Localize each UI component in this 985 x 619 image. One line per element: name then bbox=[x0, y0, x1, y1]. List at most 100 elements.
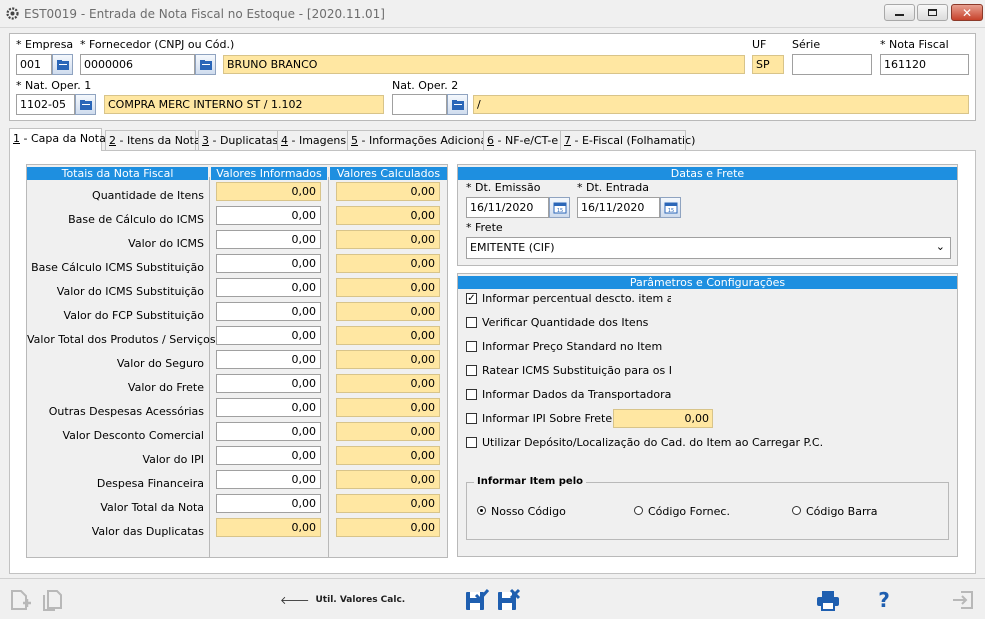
tab-itens-da-nota[interactable]: 2 - Itens da Nota bbox=[105, 130, 201, 150]
param-checkbox-label[interactable]: Informar Dados da Transportadora bbox=[482, 388, 671, 401]
emissao-input[interactable]: 16/11/2020 bbox=[466, 197, 549, 218]
tab-informacoes-adicionais[interactable]: 5 - Informações Adicionais bbox=[347, 130, 496, 150]
arrow-left-icon: 🡐 bbox=[280, 594, 310, 607]
frete-label: * Frete bbox=[466, 221, 503, 234]
calculated-value-field: 0,00 bbox=[336, 230, 440, 249]
calculated-value-field: 0,00 bbox=[336, 470, 440, 489]
nota-fiscal-input[interactable]: 161120 bbox=[880, 54, 969, 75]
tab-capa-da-nota[interactable]: 1 - Capa da Nota bbox=[9, 128, 106, 151]
total-row-label: Base Cálculo ICMS Substituição bbox=[31, 261, 204, 274]
emissao-label: * Dt. Emissão bbox=[466, 181, 541, 194]
informed-value-field[interactable]: 0,00 bbox=[216, 230, 321, 249]
calculated-value-field: 0,00 bbox=[336, 374, 440, 393]
empresa-lookup-button[interactable] bbox=[52, 54, 73, 75]
informed-value-field[interactable]: 0,00 bbox=[216, 206, 321, 225]
item-radio[interactable] bbox=[477, 506, 486, 515]
informed-value-field[interactable]: 0,00 bbox=[216, 326, 321, 345]
printer-icon bbox=[817, 591, 839, 611]
serie-input[interactable] bbox=[792, 54, 872, 75]
entrada-calendar-button[interactable]: 15 bbox=[660, 197, 681, 218]
help-button[interactable]: ? bbox=[872, 588, 896, 612]
item-radio-label[interactable]: Nosso Código bbox=[491, 505, 566, 518]
natop2-label: Nat. Oper. 2 bbox=[392, 79, 459, 92]
natop1-code-input[interactable]: 1102-05 bbox=[16, 94, 75, 115]
calculated-value-field: 0,00 bbox=[336, 494, 440, 513]
calendar-icon: 15 bbox=[553, 202, 566, 214]
param-checkbox[interactable] bbox=[466, 341, 477, 352]
total-row-label: Outras Despesas Acessórias bbox=[48, 405, 204, 418]
entrada-label: * Dt. Entrada bbox=[577, 181, 649, 194]
param-checkbox-label[interactable]: Verificar Quantidade dos Itens bbox=[482, 316, 671, 329]
informed-value-field[interactable]: 0,00 bbox=[216, 494, 321, 513]
help-icon: ? bbox=[878, 588, 890, 612]
informed-value-field[interactable]: 0,00 bbox=[216, 374, 321, 393]
emissao-calendar-button[interactable]: 15 bbox=[549, 197, 570, 218]
informed-value-field[interactable]: 0,00 bbox=[216, 422, 321, 441]
total-row-label: Valor do ICMS Substituição bbox=[56, 285, 204, 298]
exit-button[interactable] bbox=[950, 588, 976, 612]
fornecedor-lookup-button[interactable] bbox=[195, 54, 216, 75]
param-checkbox[interactable]: ✓ bbox=[466, 293, 477, 304]
calculated-header: Valores Calculados bbox=[330, 167, 447, 180]
copy-button[interactable] bbox=[40, 588, 64, 612]
informed-value-field: 0,00 bbox=[216, 182, 321, 201]
print-button[interactable] bbox=[814, 588, 842, 612]
param-checkbox[interactable] bbox=[466, 389, 477, 400]
new-button[interactable] bbox=[8, 588, 34, 612]
natop1-desc-field: COMPRA MERC INTERNO ST / 1.102 bbox=[104, 95, 384, 114]
param-checkbox-label[interactable]: Informar Preço Standard no Item bbox=[482, 340, 671, 353]
tab-e-fiscal[interactable]: 7 - E-Fiscal (Folhamatic) bbox=[560, 130, 695, 150]
frete-select[interactable]: EMITENTE (CIF) ⌄ bbox=[466, 237, 951, 259]
folder-icon bbox=[199, 59, 212, 70]
param-checkbox[interactable] bbox=[466, 317, 477, 328]
total-row-label: Quantidade de Itens bbox=[92, 189, 204, 202]
close-button[interactable]: ✕ bbox=[951, 4, 983, 21]
calculated-value-field: 0,00 bbox=[336, 422, 440, 441]
tab-imagens[interactable]: 4 - Imagens bbox=[277, 130, 348, 150]
ipi-frete-field[interactable]: 0,00 bbox=[613, 409, 713, 428]
informed-header: Valores Informados bbox=[211, 167, 327, 180]
informed-value-field[interactable]: 0,00 bbox=[216, 446, 321, 465]
item-radio-label[interactable]: Código Fornec. bbox=[648, 505, 730, 518]
total-row-label: Valor do IPI bbox=[142, 453, 204, 466]
calculated-value-field: 0,00 bbox=[336, 350, 440, 369]
item-radio[interactable] bbox=[792, 506, 801, 515]
informed-value-field[interactable]: 0,00 bbox=[216, 254, 321, 273]
param-checkbox-label[interactable]: Informar percentual descto. item a item bbox=[482, 292, 671, 305]
fornecedor-name-field: BRUNO BRANCO bbox=[223, 55, 745, 74]
exit-icon bbox=[953, 591, 973, 609]
item-radio[interactable] bbox=[634, 506, 643, 515]
natop1-lookup-button[interactable] bbox=[75, 94, 96, 115]
natop2-lookup-button[interactable] bbox=[447, 94, 468, 115]
empresa-label: * Empresa bbox=[16, 38, 74, 51]
fornecedor-code-input[interactable]: 0000006 bbox=[80, 54, 195, 75]
informed-value-field[interactable]: 0,00 bbox=[216, 398, 321, 417]
app-gear-icon[interactable] bbox=[6, 7, 19, 20]
tab-nfe-cte[interactable]: 6 - NF-e/CT-e bbox=[483, 130, 561, 150]
util-valores-calc-button[interactable]: 🡐 Util. Valores Calc. bbox=[280, 593, 405, 607]
total-row-label: Valor do Seguro bbox=[116, 357, 204, 370]
calculated-value-field: 0,00 bbox=[336, 326, 440, 345]
item-radio-label[interactable]: Código Barra bbox=[806, 505, 878, 518]
natop2-code-input[interactable] bbox=[392, 94, 447, 115]
param-checkbox[interactable] bbox=[466, 365, 477, 376]
param-checkbox[interactable] bbox=[466, 437, 477, 448]
param-checkbox[interactable] bbox=[466, 413, 477, 424]
empresa-input[interactable]: 001 bbox=[16, 54, 52, 75]
cancel-button[interactable] bbox=[495, 587, 523, 613]
maximize-button[interactable] bbox=[917, 4, 948, 21]
informed-value-field[interactable]: 0,00 bbox=[216, 302, 321, 321]
informed-value-field[interactable]: 0,00 bbox=[216, 278, 321, 297]
minimize-button[interactable] bbox=[884, 4, 915, 21]
param-checkbox-label[interactable]: Utilizar Depósito/Localização do Cad. do… bbox=[482, 436, 823, 449]
fornecedor-label: * Fornecedor (CNPJ ou Cód.) bbox=[80, 38, 235, 51]
param-checkbox-label[interactable]: Ratear ICMS Substituição para os Itens bbox=[482, 364, 671, 377]
param-checkbox-label[interactable]: Informar IPI Sobre Frete: bbox=[482, 412, 616, 425]
calculated-value-field: 0,00 bbox=[336, 278, 440, 297]
total-row-label: Valor Total dos Produtos / Serviços bbox=[27, 333, 216, 346]
tab-duplicatas[interactable]: 3 - Duplicatas bbox=[198, 130, 279, 150]
entrada-input[interactable]: 16/11/2020 bbox=[577, 197, 660, 218]
informed-value-field[interactable]: 0,00 bbox=[216, 350, 321, 369]
informed-value-field[interactable]: 0,00 bbox=[216, 470, 321, 489]
save-button[interactable] bbox=[463, 587, 491, 613]
